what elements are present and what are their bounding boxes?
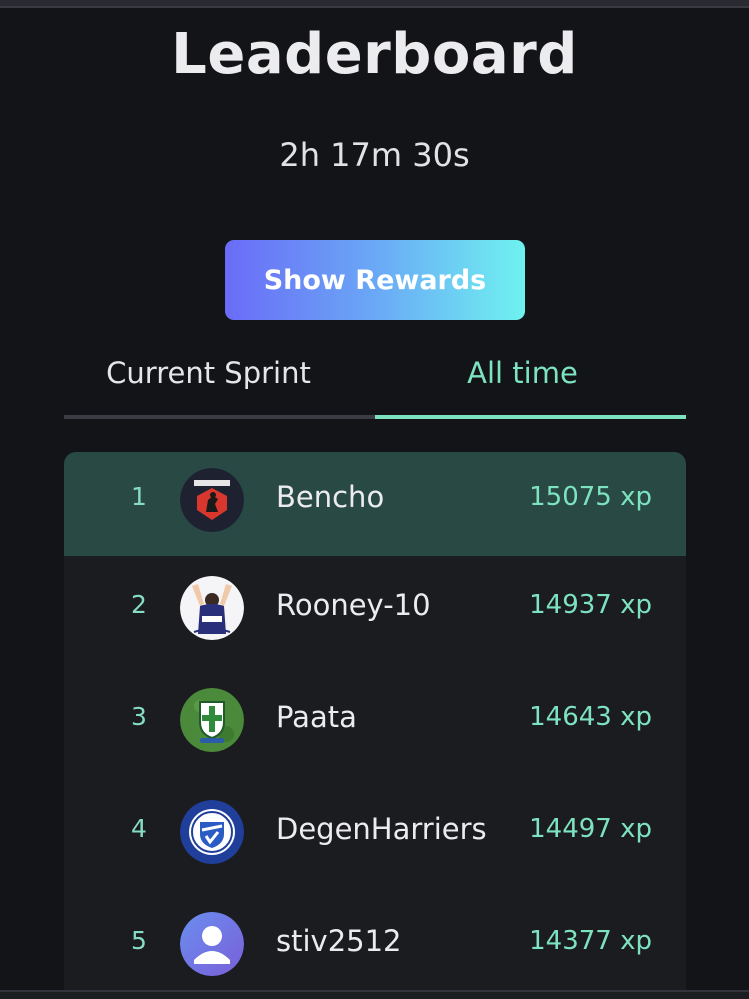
top-divider	[0, 0, 749, 8]
tab-current-sprint-label: Current Sprint	[106, 356, 311, 390]
username: DegenHarriers	[276, 812, 487, 846]
rank-number: 3	[131, 702, 147, 731]
leaderboard-row[interactable]: 1 Bencho 15075 xp	[64, 452, 686, 556]
username: Bencho	[276, 480, 385, 514]
xp-value: 14643 xp	[529, 702, 652, 732]
username: Paata	[276, 700, 357, 734]
rank-number: 5	[131, 926, 147, 955]
red-crest-avatar-icon	[180, 468, 244, 532]
default-user-avatar-icon	[180, 912, 244, 976]
leaderboard-row[interactable]: 4 DegenHarriers 14497 xp	[64, 784, 686, 888]
leaderboard-tabs: Current Sprint All time	[64, 340, 686, 420]
xp-value: 15075 xp	[529, 482, 652, 512]
page-title: Leaderboard	[171, 22, 578, 87]
player-celebration-avatar-icon	[180, 576, 244, 640]
green-club-badge-avatar-icon	[180, 688, 244, 752]
leaderboard-screen: Leaderboard 2h 17m 30s Show Rewards Curr…	[0, 0, 749, 999]
tab-all-time-label: All time	[467, 356, 578, 390]
blue-club-badge-avatar-icon	[180, 800, 244, 864]
tab-current-sprint[interactable]: Current Sprint	[64, 340, 375, 420]
username: Rooney-10	[276, 588, 431, 622]
countdown-timer: 2h 17m 30s	[279, 136, 470, 174]
rank-number: 2	[131, 590, 147, 619]
xp-value: 14937 xp	[529, 590, 652, 620]
bottom-divider	[0, 990, 749, 999]
leaderboard-row[interactable]: 2 Rooney-10 14937 xp	[64, 560, 686, 664]
rank-number: 1	[131, 482, 147, 511]
xp-value: 14497 xp	[529, 814, 652, 844]
leaderboard-row[interactable]: 5 stiv2512 14377 xp	[64, 896, 686, 990]
tab-underline	[64, 415, 375, 419]
leaderboard-row[interactable]: 3 Paata 14643 xp	[64, 672, 686, 776]
tab-all-time[interactable]: All time	[375, 340, 686, 420]
tab-active-underline	[375, 415, 686, 419]
rank-number: 4	[131, 814, 147, 843]
xp-value: 14377 xp	[529, 926, 652, 956]
leaderboard-list: 1 Bencho 15075 xp 2 Rooney-10 14937 xp 3…	[64, 452, 686, 990]
show-rewards-button[interactable]: Show Rewards	[225, 240, 525, 320]
username: stiv2512	[276, 924, 402, 958]
